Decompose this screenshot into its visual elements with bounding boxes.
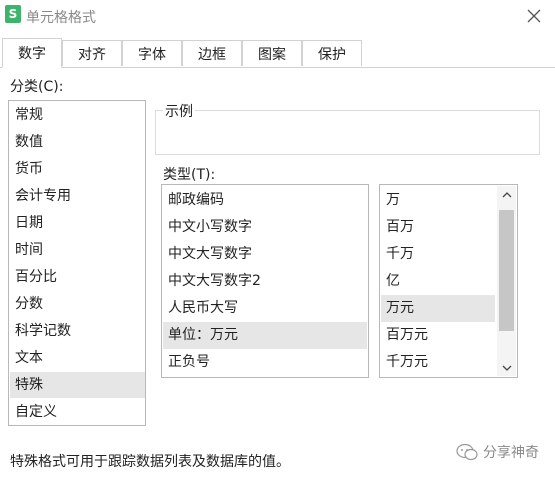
category-item-general[interactable]: 常规: [10, 102, 145, 128]
category-item-fraction[interactable]: 分数: [10, 291, 145, 317]
category-item-percentage[interactable]: 百分比: [10, 264, 145, 290]
unit-item-wan[interactable]: 万: [381, 187, 495, 214]
unit-item-qianwan[interactable]: 千万: [381, 241, 495, 268]
tab-protection[interactable]: 保护: [302, 40, 362, 66]
chevron-up-icon: [502, 191, 511, 197]
unit-item-wanyuan[interactable]: 万元: [381, 295, 495, 322]
close-button[interactable]: [522, 4, 546, 28]
category-item-custom[interactable]: 自定义: [10, 399, 145, 425]
category-item-accounting[interactable]: 会计专用: [10, 183, 145, 209]
tab-pattern[interactable]: 图案: [242, 40, 302, 66]
type-item-chinese-uppercase[interactable]: 中文大写数字: [163, 241, 367, 268]
category-label: 分类(C):: [10, 79, 64, 95]
unit-list[interactable]: 万 百万 千万 亿 万元 百万元 千万元: [379, 184, 518, 378]
unit-item-qianwanyuan[interactable]: 千万元: [381, 349, 495, 376]
type-list[interactable]: 邮政编码 中文小写数字 中文大写数字 中文大写数字2 人民币大写 单位：万元 正…: [161, 184, 369, 378]
category-item-time[interactable]: 时间: [10, 237, 145, 263]
tab-number[interactable]: 数字: [2, 38, 62, 68]
close-icon: [527, 9, 541, 23]
type-item-chinese-uppercase-2[interactable]: 中文大写数字2: [163, 268, 367, 295]
category-item-text[interactable]: 文本: [10, 345, 145, 371]
scroll-down-button[interactable]: [497, 359, 516, 376]
scroll-up-button[interactable]: [497, 186, 516, 203]
category-item-number[interactable]: 数值: [10, 129, 145, 155]
tab-alignment[interactable]: 对齐: [62, 40, 122, 66]
watermark: 分享神奇: [456, 442, 539, 462]
scroll-thumb[interactable]: [499, 210, 514, 331]
type-label: 类型(T):: [163, 167, 216, 183]
category-item-currency[interactable]: 货币: [10, 156, 145, 182]
type-item-rmb-uppercase[interactable]: 人民币大写: [163, 295, 367, 322]
tab-font[interactable]: 字体: [122, 40, 182, 66]
wechat-icon: [456, 443, 478, 461]
category-list[interactable]: 常规 数值 货币 会计专用 日期 时间 百分比 分数 科学记数 文本 特殊 自定…: [8, 100, 146, 426]
unit-item-yi[interactable]: 亿: [381, 268, 495, 295]
type-item-unit-wanyuan[interactable]: 单位：万元: [163, 322, 367, 349]
type-item-postal-code[interactable]: 邮政编码: [163, 187, 367, 214]
category-item-special[interactable]: 特殊: [10, 372, 145, 398]
type-item-plus-minus-sign[interactable]: 正负号: [163, 349, 367, 376]
unit-item-baiwan[interactable]: 百万: [381, 214, 495, 241]
chevron-down-icon: [502, 365, 511, 371]
tab-border[interactable]: 边框: [182, 40, 242, 66]
spreadsheet-app-icon: S: [5, 5, 21, 23]
watermark-text: 分享神奇: [483, 445, 539, 461]
type-item-chinese-lowercase[interactable]: 中文小写数字: [163, 214, 367, 241]
sample-label: 示例: [163, 101, 195, 121]
tab-divider: [0, 67, 555, 68]
category-item-date[interactable]: 日期: [10, 210, 145, 236]
sample-box: [155, 110, 540, 155]
unit-scrollbar[interactable]: [497, 186, 516, 376]
title-bar: S 单元格格式: [0, 0, 555, 34]
dialog-title: 单元格格式: [26, 10, 96, 26]
unit-item-baiwanyuan[interactable]: 百万元: [381, 322, 495, 349]
category-item-scientific[interactable]: 科学记数: [10, 318, 145, 344]
format-description: 特殊格式可用于跟踪数据列表及数据库的值。: [10, 454, 290, 470]
